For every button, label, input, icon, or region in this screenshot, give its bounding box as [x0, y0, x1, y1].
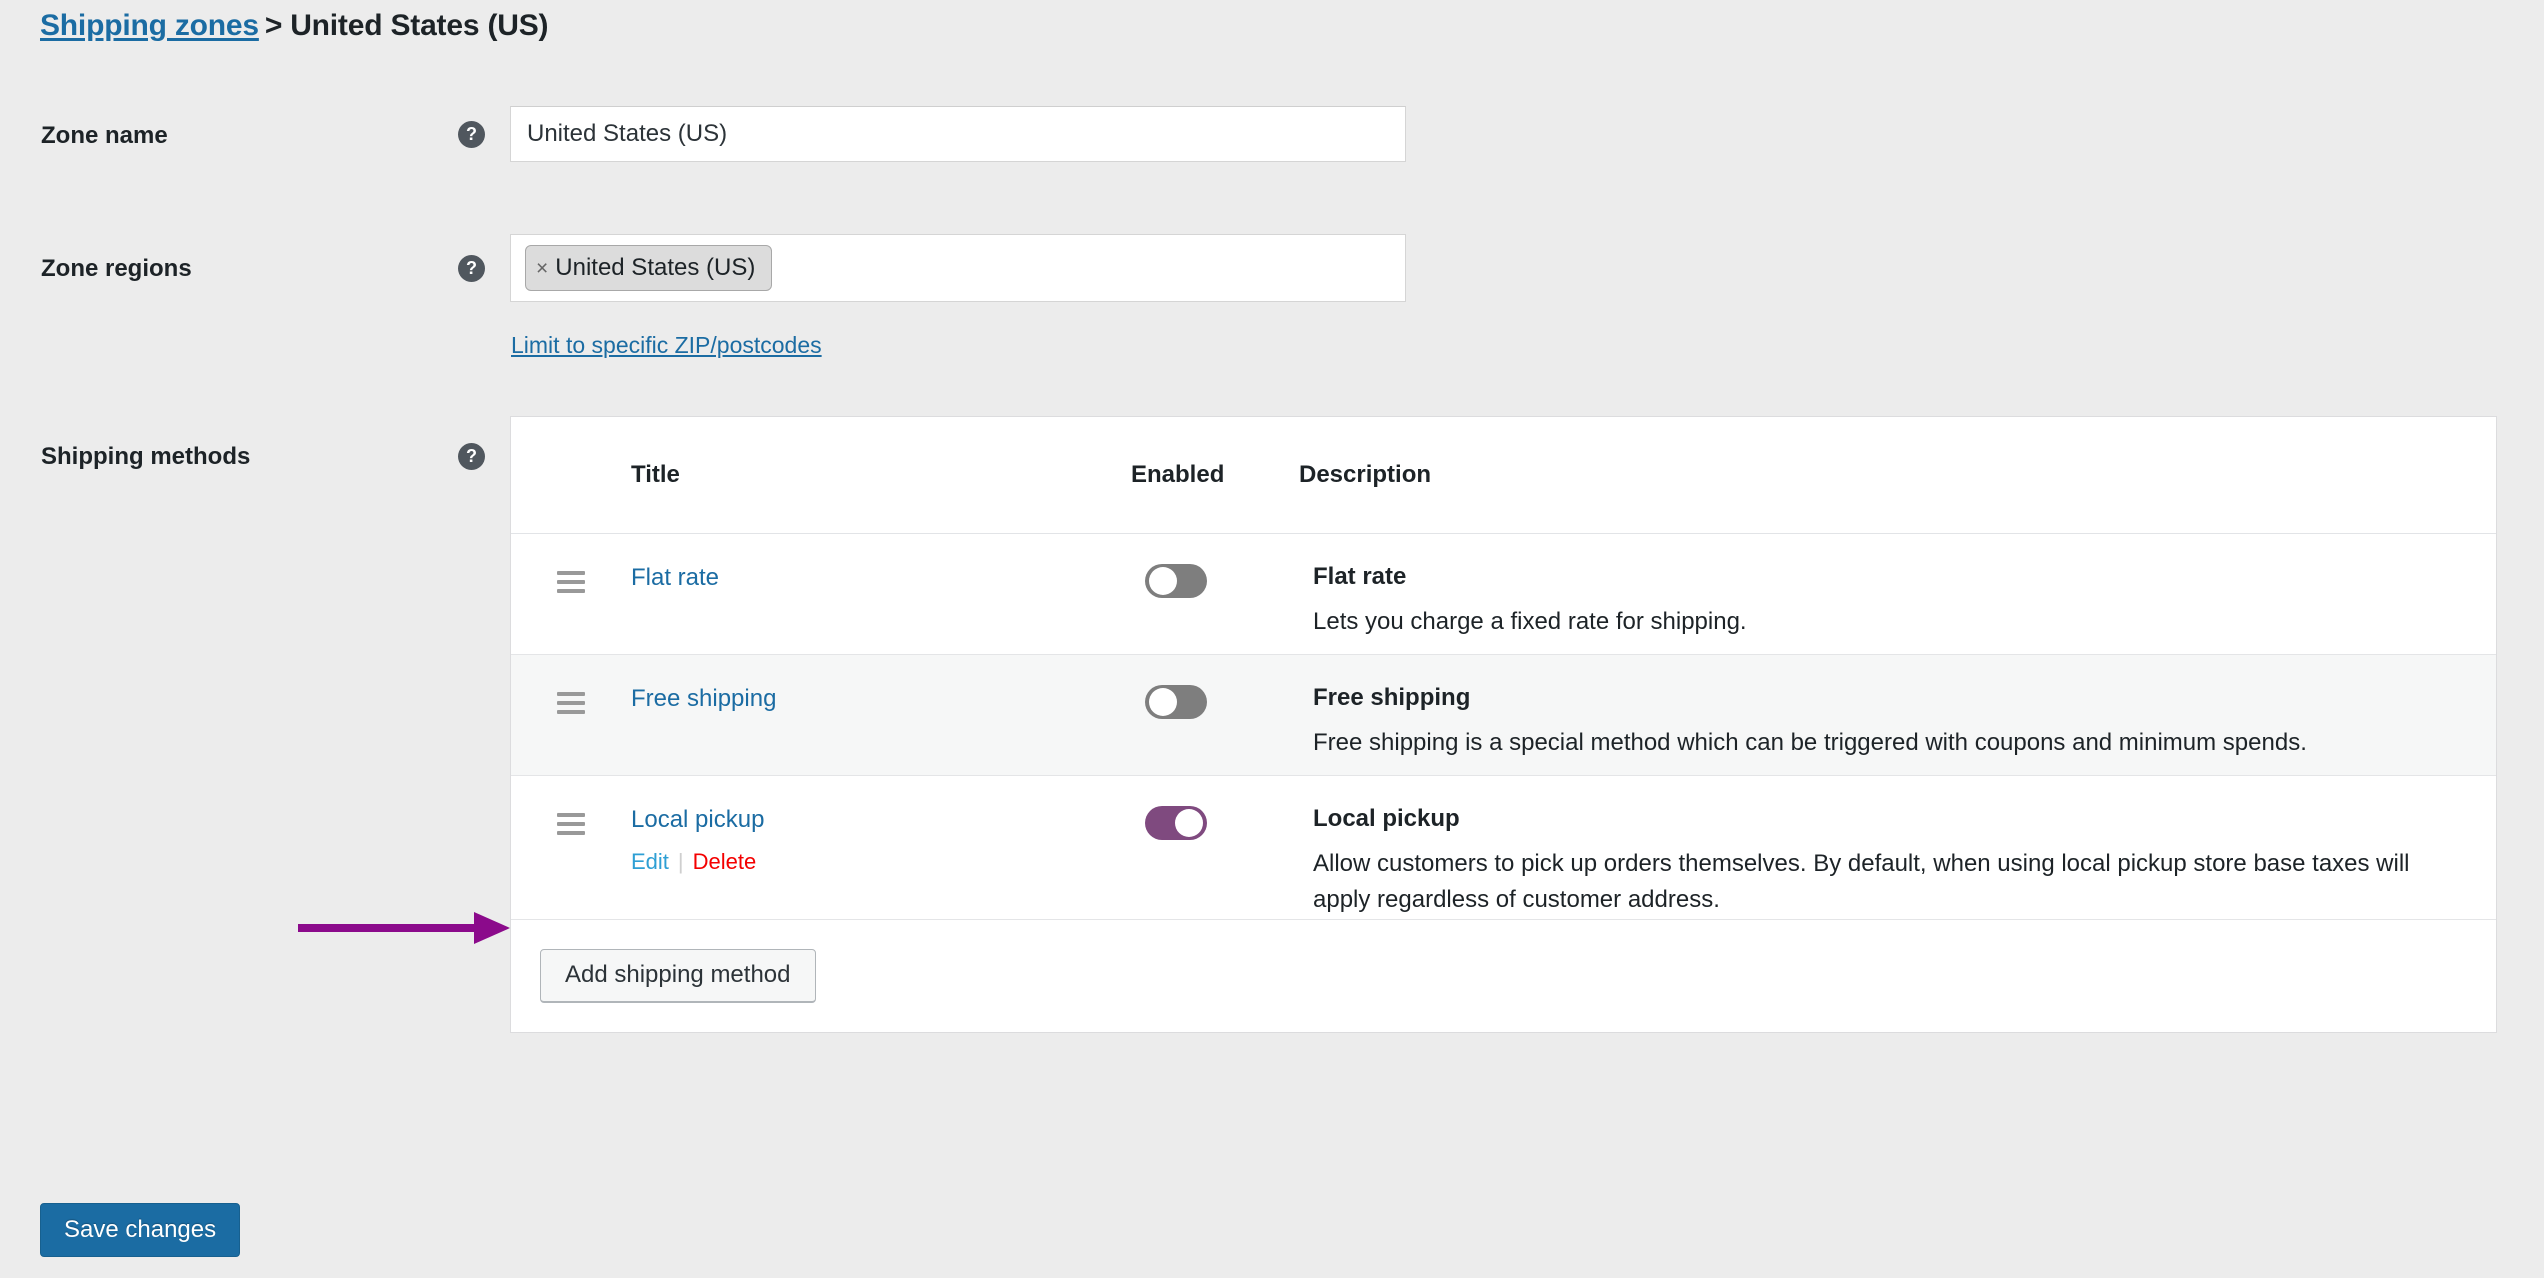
row-title-cell: Flat rate	[631, 534, 1131, 654]
row-enabled-cell	[1131, 776, 1313, 919]
header-description-label: Description	[1299, 461, 1432, 488]
zone-name-input[interactable]	[510, 106, 1406, 162]
header-title-cell: Title	[631, 461, 1131, 489]
description-title: Flat rate	[1313, 563, 1407, 590]
drag-handle-icon[interactable]	[557, 571, 585, 593]
drag-handle-icon[interactable]	[557, 692, 585, 714]
table-header-row: Title Enabled Description	[511, 417, 2496, 534]
enabled-toggle-local-pickup[interactable]	[1145, 806, 1207, 840]
action-separator: |	[677, 849, 684, 874]
row-handle-cell[interactable]	[511, 655, 631, 775]
row-enabled-cell	[1131, 655, 1313, 775]
description-body: Allow customers to pick up orders themse…	[1313, 850, 2410, 914]
row-enabled-cell	[1131, 534, 1313, 654]
shipping-methods-label: Shipping methods	[41, 443, 251, 470]
table-row: Local pickup Edit | Delete Local pickup …	[511, 776, 2496, 920]
breadcrumb-shipping-zones-link[interactable]: Shipping zones	[40, 9, 259, 43]
row-title-cell: Local pickup Edit | Delete	[631, 776, 1131, 919]
header-title-label: Title	[631, 461, 680, 488]
region-chip[interactable]: × United States (US)	[525, 245, 773, 291]
row-actions: Edit | Delete	[631, 849, 1131, 875]
row-description-cell: Free shipping Free shipping is a special…	[1313, 655, 2496, 775]
description-body: Free shipping is a special method which …	[1313, 729, 2307, 756]
row-description-cell: Flat rate Lets you charge a fixed rate f…	[1313, 534, 2496, 654]
row-description-cell: Local pickup Allow customers to pick up …	[1313, 776, 2496, 919]
zone-regions-select[interactable]: × United States (US)	[510, 234, 1406, 302]
shipping-methods-table: Title Enabled Description Flat rate Flat…	[510, 416, 2497, 1033]
breadcrumb: Shipping zones > United States (US)	[40, 0, 549, 52]
breadcrumb-current-zone: United States (US)	[290, 9, 549, 42]
row-handle-cell[interactable]	[511, 534, 631, 654]
region-chip-label: United States (US)	[555, 254, 756, 281]
description-body: Lets you charge a fixed rate for shippin…	[1313, 608, 1747, 635]
delete-method-link[interactable]: Delete	[693, 849, 757, 875]
table-row: Free shipping Free shipping Free shippin…	[511, 655, 2496, 776]
drag-handle-icon[interactable]	[557, 813, 585, 835]
zone-regions-label: Zone regions	[41, 255, 192, 282]
header-enabled-cell: Enabled	[1131, 461, 1299, 489]
breadcrumb-separator: >	[264, 9, 283, 42]
header-handle-cell	[511, 457, 631, 494]
question-mark-icon[interactable]: ?	[458, 443, 485, 470]
description-title: Local pickup	[1313, 805, 1460, 832]
add-shipping-method-button[interactable]: Add shipping method	[540, 949, 816, 1003]
question-mark-icon[interactable]: ?	[458, 255, 485, 282]
remove-region-icon[interactable]: ×	[536, 258, 548, 279]
method-link-local-pickup[interactable]: Local pickup	[631, 806, 764, 834]
method-link-free-shipping[interactable]: Free shipping	[631, 685, 776, 713]
method-link-flat-rate[interactable]: Flat rate	[631, 564, 719, 592]
enabled-toggle-flat-rate[interactable]	[1145, 564, 1207, 598]
question-mark-icon[interactable]: ?	[458, 121, 485, 148]
row-title-cell: Free shipping	[631, 655, 1131, 775]
header-description-cell: Description	[1299, 461, 2496, 489]
zone-name-label: Zone name	[41, 122, 168, 149]
row-handle-cell[interactable]	[511, 776, 631, 919]
header-enabled-label: Enabled	[1131, 461, 1225, 488]
table-footer: Add shipping method	[511, 919, 2496, 1032]
description-title: Free shipping	[1313, 684, 1471, 711]
save-changes-button[interactable]: Save changes	[40, 1203, 241, 1258]
table-row: Flat rate Flat rate Lets you charge a fi…	[511, 534, 2496, 655]
limit-to-postcodes-link[interactable]: Limit to specific ZIP/postcodes	[511, 332, 822, 359]
enabled-toggle-free-shipping[interactable]	[1145, 685, 1207, 719]
annotation-arrow-icon	[298, 912, 510, 944]
edit-method-link[interactable]: Edit	[631, 849, 669, 875]
